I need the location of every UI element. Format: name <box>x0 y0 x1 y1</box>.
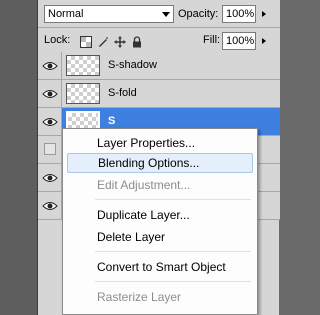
opacity-field[interactable]: 100% <box>222 5 256 23</box>
eye-icon <box>42 118 58 126</box>
layer-name: S-fold <box>108 87 137 99</box>
lock-image-pixels-icon[interactable] <box>97 36 109 48</box>
lock-position-icon[interactable] <box>114 36 126 48</box>
visibility-toggle[interactable] <box>38 192 62 219</box>
blend-mode-value: Normal <box>48 8 84 20</box>
opacity-value: 100% <box>226 8 255 20</box>
layer-row-s-shadow[interactable]: S-shadow <box>38 52 280 80</box>
layer-row-s-fold[interactable]: S-fold <box>38 80 280 108</box>
visibility-toggle[interactable] <box>38 164 62 191</box>
menu-item-convert-to-smart-object[interactable]: Convert to Smart Object <box>67 257 253 277</box>
visibility-toggle[interactable] <box>38 52 62 79</box>
fill-label: Fill: <box>203 34 221 46</box>
eye-icon <box>42 90 58 98</box>
layer-name: S-shadow <box>108 59 157 71</box>
eye-icon <box>42 174 58 182</box>
layer-thumbnail <box>66 83 100 104</box>
menu-separator <box>95 251 251 252</box>
visibility-off-box <box>44 143 56 155</box>
menu-item-rasterize-layer: Rasterize Layer <box>97 290 182 304</box>
fill-value: 100% <box>226 35 255 47</box>
visibility-toggle[interactable] <box>38 80 62 107</box>
menu-item-edit-adjustment: Edit Adjustment... <box>97 178 191 192</box>
layer-name: S <box>108 115 116 127</box>
menu-separator <box>95 199 251 200</box>
opacity-label: Opacity: <box>178 8 219 20</box>
menu-item-blending-options[interactable]: Blending Options... <box>67 153 253 173</box>
eye-icon <box>42 202 58 210</box>
menu-item-duplicate-layer[interactable]: Duplicate Layer... <box>67 205 253 225</box>
layer-context-menu: Layer Properties... Blending Options... … <box>62 128 258 315</box>
chevron-down-icon <box>162 12 170 17</box>
opacity-slider-arrow-icon[interactable] <box>262 11 266 17</box>
fill-slider-arrow-icon[interactable] <box>262 38 266 44</box>
lock-icons-group <box>80 36 143 50</box>
canvas-area <box>0 0 37 315</box>
menu-separator <box>95 281 251 282</box>
blend-mode-select[interactable]: Normal <box>44 5 174 23</box>
menu-item-delete-layer[interactable]: Delete Layer <box>67 227 253 247</box>
visibility-toggle[interactable] <box>38 136 62 163</box>
lock-label: Lock: <box>44 34 71 46</box>
visibility-toggle[interactable] <box>38 108 62 135</box>
lock-all-icon[interactable] <box>131 36 143 48</box>
lock-transparent-pixels-icon[interactable] <box>80 36 92 48</box>
blend-options-row: Normal Opacity: 100% <box>38 0 280 28</box>
layer-thumbnail <box>66 55 100 76</box>
fill-field[interactable]: 100% <box>222 32 256 50</box>
menu-item-layer-properties[interactable]: Layer Properties... <box>67 133 253 153</box>
eye-icon <box>42 62 58 70</box>
